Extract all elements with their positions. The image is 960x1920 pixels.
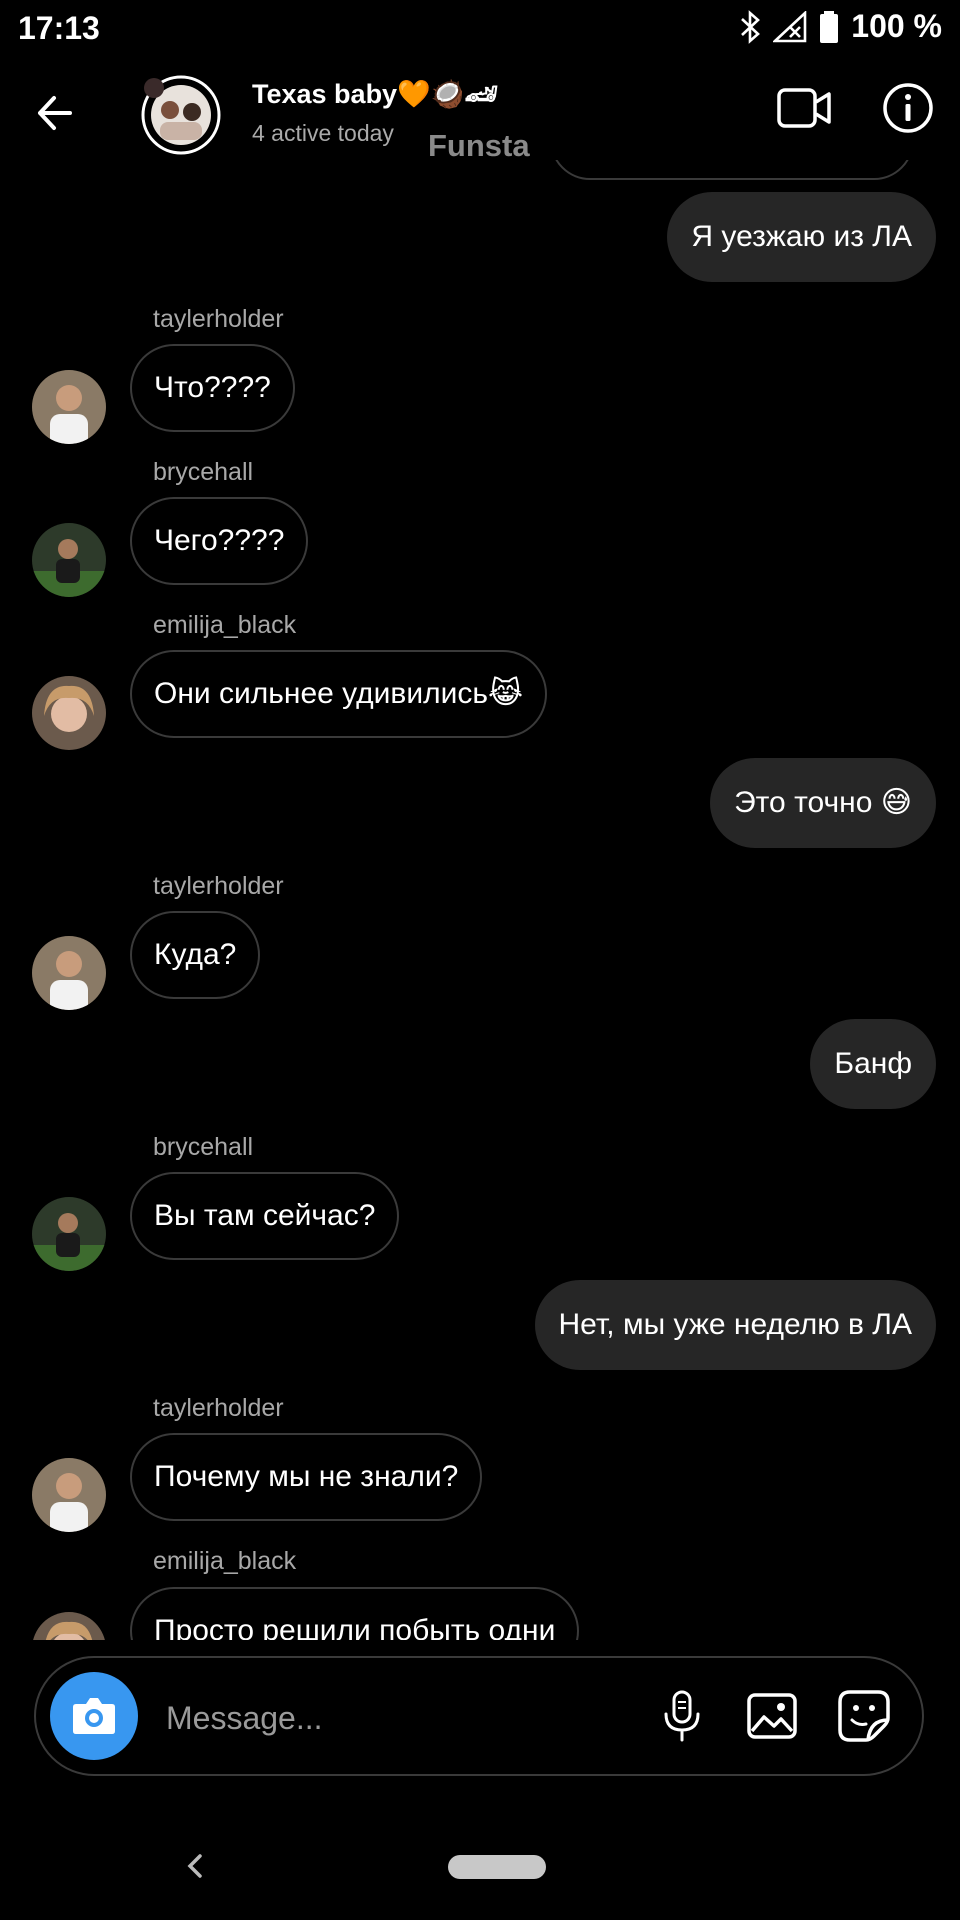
info-icon[interactable] [882,82,934,134]
avatar[interactable] [32,523,106,597]
message-bubble-incoming[interactable]: Чего???? [130,497,309,585]
message-thread[interactable]: Я уезжаю из ЛА taylerholder Что???? bryc… [0,160,960,1640]
video-call-icon[interactable] [776,84,832,132]
status-bar: 17:13 100 % [0,0,960,56]
camera-icon [73,1698,115,1734]
message-text: Почему мы не знали? [154,1460,459,1493]
battery-icon [819,10,839,43]
message-text: Вы там сейчас? [154,1199,376,1232]
message-bubble-outgoing[interactable]: Банф [810,1019,936,1109]
sender-name: brycehall [153,1133,254,1161]
back-arrow-icon[interactable] [30,86,84,140]
message-bubble-outgoing[interactable]: Я уезжаю из ЛА [667,192,936,282]
avatar[interactable] [32,1612,106,1640]
avatar[interactable] [32,370,106,444]
message-bubble-outgoing[interactable]: Это точно 😅 [710,758,936,848]
nav-back-icon[interactable] [180,1846,210,1886]
message-text: Они сильнее удивились😹 [154,677,524,710]
sender-name: taylerholder [153,1394,284,1422]
sender-name: brycehall [153,458,254,486]
gallery-icon[interactable] [744,1688,800,1744]
message-composer [34,1656,924,1776]
avatar[interactable] [32,1197,106,1271]
message-text: Что???? [154,371,271,404]
avatar[interactable] [32,1458,106,1532]
bluetooth-icon [739,9,761,44]
camera-button[interactable] [50,1672,138,1760]
watermark-label: Funsta [428,128,530,163]
microphone-icon[interactable] [654,1688,710,1744]
message-bubble-incoming[interactable]: Почему мы не знали? [130,1433,483,1521]
message-text: Просто решили побыть одни [154,1614,556,1640]
sender-name: taylerholder [153,305,284,333]
nav-home-pill[interactable] [448,1855,546,1879]
avatar[interactable] [32,676,106,750]
message-text: Я уезжаю из ЛА [691,220,912,253]
message-bubble-incoming[interactable]: Они сильнее удивились😹 [130,650,548,738]
message-text: Куда? [154,938,237,971]
battery-percent: 100 % [851,8,942,44]
message-bubble-partial [550,160,914,180]
sender-name: emilija_black [153,611,297,639]
avatar[interactable] [32,936,106,1010]
sender-name: emilija_black [153,1547,297,1575]
sender-name: taylerholder [153,872,284,900]
message-bubble-outgoing[interactable]: Нет, мы уже неделю в ЛА [534,1280,936,1370]
message-input[interactable] [164,1682,668,1754]
active-status: 4 active today [252,120,394,146]
chat-title[interactable]: Texas baby🧡🥥🏎 [252,78,499,110]
message-text: Чего???? [154,524,285,557]
group-avatar[interactable] [140,74,222,156]
message-text: Банф [834,1047,912,1080]
status-time: 17:13 [18,10,100,46]
message-bubble-incoming[interactable]: Что???? [130,344,295,432]
message-text: Это точно 😅 [734,786,912,819]
message-bubble-incoming[interactable]: Просто решили побыть одни [130,1587,580,1640]
signal-icon [773,10,807,43]
message-text: Нет, мы уже неделю в ЛА [558,1308,912,1341]
message-bubble-incoming[interactable]: Куда? [130,911,261,999]
sticker-icon[interactable] [836,1688,892,1744]
message-bubble-incoming[interactable]: Вы там сейчас? [130,1172,400,1260]
